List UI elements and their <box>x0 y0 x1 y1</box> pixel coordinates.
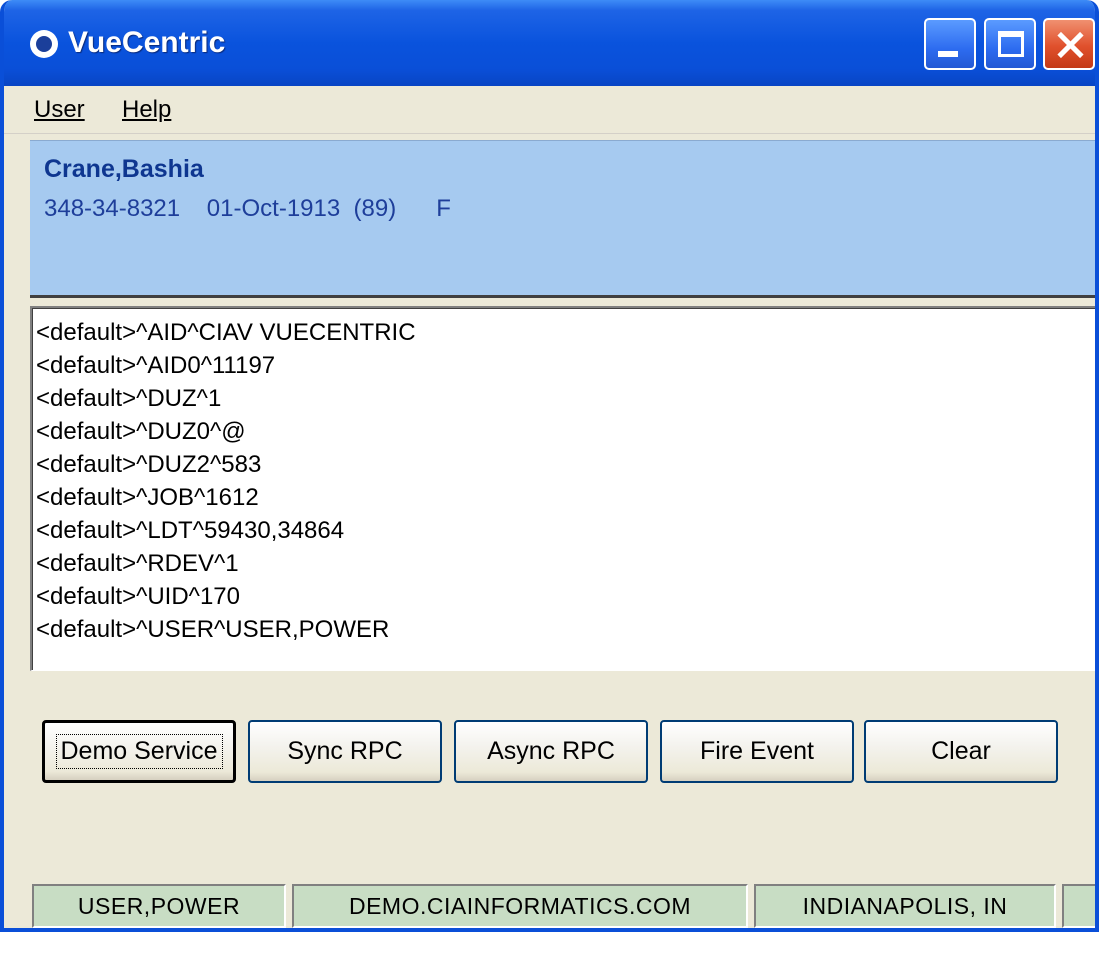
sync-rpc-button[interactable]: Sync RPC <box>248 720 442 783</box>
minimize-button[interactable] <box>924 18 976 70</box>
title-bar[interactable]: VueCentric <box>4 0 1095 86</box>
status-location: INDIANAPOLIS, IN <box>754 884 1056 928</box>
log-line: <default>^UID^170 <box>36 583 240 610</box>
patient-dob: 01-Oct-1913 <box>206 195 341 222</box>
app-logo-icon[interactable] <box>30 30 58 58</box>
close-icon <box>1045 20 1093 68</box>
log-line: <default>^DUZ^1 <box>36 385 222 412</box>
status-server: DEMO.CIAINFORMATICS.COM <box>292 884 748 928</box>
patient-sex: F <box>436 195 451 222</box>
menu-user[interactable]: User <box>34 96 85 124</box>
log-line: <default>^DUZ0^@ <box>36 418 246 445</box>
demo-service-button[interactable]: Demo Service <box>42 720 236 783</box>
log-line: <default>^USER^USER,POWER <box>36 616 390 643</box>
menu-help[interactable]: Help <box>122 96 171 124</box>
app-window: VueCentric User Help Crane,Bashia 348-34… <box>0 0 1099 932</box>
patient-name: Crane,Bashia <box>44 155 204 183</box>
async-rpc-button[interactable]: Async RPC <box>454 720 648 783</box>
close-button[interactable] <box>1043 18 1095 70</box>
log-line: <default>^AID0^11197 <box>36 352 276 379</box>
patient-ssn: 348-34-8321 <box>44 195 181 222</box>
log-line: <default>^LDT^59430,34864 <box>36 517 345 544</box>
status-extra <box>1062 884 1095 928</box>
log-line: <default>^JOB^1612 <box>36 484 259 511</box>
patient-banner[interactable]: Crane,Bashia 348-34-8321 01-Oct-1913 (89… <box>30 140 1095 298</box>
patient-details: 348-34-8321 01-Oct-1913 (89) F <box>44 195 451 223</box>
minimize-icon <box>938 51 958 57</box>
maximize-icon <box>998 31 1024 57</box>
log-line: <default>^RDEV^1 <box>36 550 239 577</box>
clear-button[interactable]: Clear <box>864 720 1058 783</box>
status-bar: USER,POWER DEMO.CIAINFORMATICS.COM INDIA… <box>24 880 1095 928</box>
window-title: VueCentric <box>68 26 226 59</box>
maximize-button[interactable] <box>984 18 1036 70</box>
fire-event-button[interactable]: Fire Event <box>660 720 854 783</box>
log-line: <default>^DUZ2^583 <box>36 451 262 478</box>
status-user: USER,POWER <box>32 884 286 928</box>
patient-age: (89) <box>353 195 397 222</box>
log-output[interactable]: <default>^AID^CIAV VUECENTRIC <default>^… <box>30 306 1095 671</box>
menu-bar: User Help <box>4 86 1095 134</box>
log-line: <default>^AID^CIAV VUECENTRIC <box>36 319 416 346</box>
